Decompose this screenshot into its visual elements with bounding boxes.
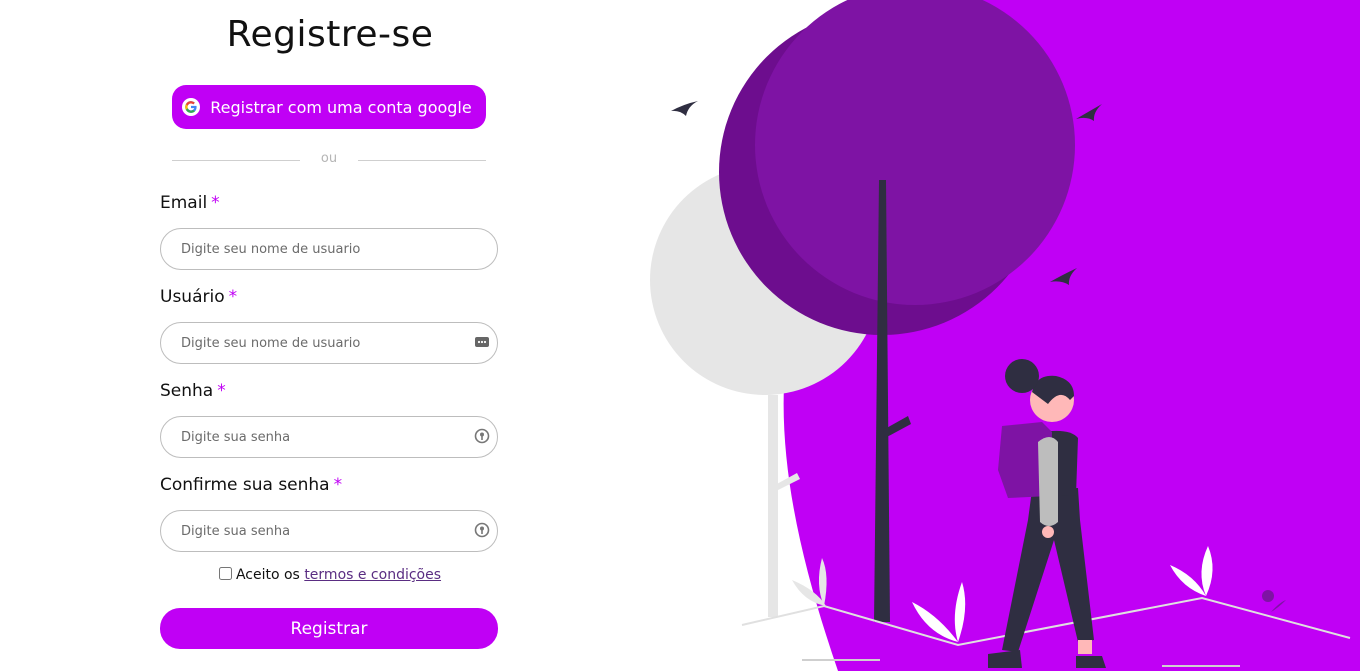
username-label: Usuário *: [160, 287, 237, 307]
grey-tree-trunk: [768, 395, 778, 617]
or-divider: ou: [172, 150, 486, 170]
required-marker: *: [211, 193, 220, 213]
confirm-password-label: Confirme sua senha *: [160, 475, 342, 495]
email-label: Email *: [160, 193, 220, 213]
username-input[interactable]: [160, 322, 498, 364]
terms-checkbox[interactable]: [218, 567, 232, 580]
email-input[interactable]: [160, 228, 498, 270]
required-marker: *: [217, 381, 226, 401]
confirm-password-label-text: Confirme sua senha: [160, 475, 330, 495]
google-icon: [182, 98, 201, 116]
google-register-button[interactable]: Registrar com uma conta google: [172, 85, 486, 129]
terms-prefix: Aceito os: [235, 567, 300, 583]
woman-hair-bun: [1005, 359, 1039, 393]
terms-row: Aceito os termos e condições: [0, 567, 660, 583]
woman-shoe: [1076, 656, 1106, 668]
register-button[interactable]: Registrar: [160, 608, 498, 649]
password-key-icon[interactable]: [474, 522, 490, 538]
purple-tree-crown: [755, 0, 1075, 305]
password-input[interactable]: [160, 416, 498, 458]
terms-link[interactable]: termos e condições: [304, 567, 441, 583]
confirm-password-input[interactable]: [160, 510, 498, 552]
page-title: Registre-se: [226, 14, 434, 55]
divider-text: ou: [320, 151, 338, 166]
password-manager-icon[interactable]: [474, 334, 490, 350]
required-marker: *: [333, 475, 343, 495]
username-label-text: Usuário: [160, 287, 225, 307]
email-label-text: Email: [160, 193, 208, 213]
woman-ankle: [1078, 640, 1092, 654]
password-label: Senha *: [160, 381, 226, 401]
password-label-text: Senha: [160, 381, 214, 401]
flower-icon: [1262, 590, 1274, 602]
hiking-illustration: [650, 0, 1360, 671]
google-register-label: Registrar com uma conta google: [210, 97, 472, 117]
password-key-icon[interactable]: [474, 428, 490, 444]
woman-arm: [1038, 437, 1058, 526]
required-marker: *: [228, 287, 238, 307]
divider-line-right: [358, 160, 486, 161]
register-form: Registre-se Registrar com uma conta goog…: [0, 0, 660, 671]
bird-icon: [671, 101, 698, 116]
woman-hand: [1042, 526, 1054, 538]
